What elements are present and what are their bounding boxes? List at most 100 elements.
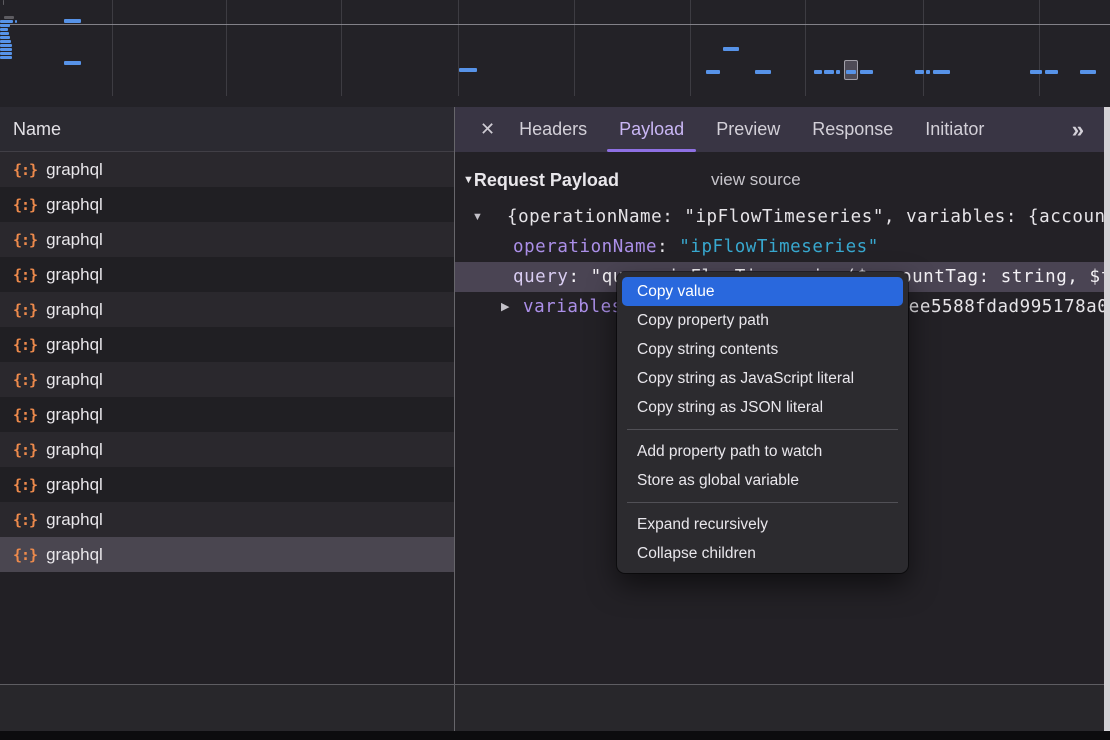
- tree-row[interactable]: operationName: "ipFlowTimeseries": [455, 232, 1104, 262]
- timeline-gridline: [1039, 0, 1040, 96]
- json-braces-icon: {:}: [13, 231, 37, 249]
- more-tabs-chevron-icon[interactable]: »: [1052, 107, 1104, 152]
- request-row[interactable]: {:}graphql: [0, 257, 455, 292]
- timeline-gridline: [574, 0, 575, 96]
- json-braces-icon: {:}: [13, 441, 37, 459]
- timeline-request-bar: [933, 70, 950, 74]
- timeline-request-bar: [0, 24, 10, 27]
- tab-response[interactable]: Response: [798, 107, 907, 152]
- timeline-request-bar: [824, 70, 834, 74]
- window-right-edge: [1104, 107, 1110, 731]
- request-rows: {:} graphql {:} graphql {:} graphql {:} graphql…: [0, 152, 455, 572]
- tree-row[interactable]: ▼ {operationName: "ipFlowTimeseries", var…: [455, 202, 1104, 232]
- menu-item-collapse-children[interactable]: Collapse children: [622, 539, 903, 568]
- timeline-request-bar: [836, 70, 840, 74]
- tab-preview[interactable]: Preview: [702, 107, 794, 152]
- timeline-gridline: [341, 0, 342, 96]
- json-braces-icon: {:}: [13, 266, 37, 284]
- timeline-request-bar: [459, 68, 477, 72]
- menu-item-store-as-global-variable[interactable]: Store as global variable: [622, 466, 903, 495]
- timeline-request-bar: [814, 70, 822, 74]
- request-name-label: graphql: [46, 300, 103, 320]
- tree-text-segment: query: [513, 267, 568, 287]
- menu-item-copy-property-path[interactable]: Copy property path: [622, 306, 903, 335]
- menu-item-copy-string-contents[interactable]: Copy string contents: [622, 335, 903, 364]
- name-column-header[interactable]: Name: [0, 107, 455, 152]
- json-braces-icon: {:}: [13, 196, 37, 214]
- timeline-lane-divider: [0, 24, 1110, 25]
- timeline-request-bar: [706, 70, 720, 74]
- timeline-request-bar: [926, 70, 930, 74]
- timeline-request-bar: [0, 48, 12, 51]
- tree-text-segment: :: [568, 267, 590, 287]
- json-braces-icon: {:}: [13, 476, 37, 494]
- timeline-request-bar: [0, 28, 8, 31]
- tree-text-segment: variables: [523, 297, 623, 317]
- timeline-request-bar: [0, 40, 11, 43]
- context-menu: Copy valueCopy property pathCopy string …: [617, 272, 908, 573]
- json-braces-icon: {:}: [13, 336, 37, 354]
- request-name-label: graphql: [46, 545, 103, 565]
- request-name-label: graphql: [46, 440, 103, 460]
- menu-item-copy-string-as-javascript-literal[interactable]: Copy string as JavaScript literal: [622, 364, 903, 393]
- close-icon[interactable]: ✕: [472, 107, 503, 152]
- menu-item-copy-string-as-json-literal[interactable]: Copy string as JSON literal: [622, 393, 903, 422]
- timeline-request-bar: [860, 70, 873, 74]
- request-payload-header: ▼ Request Payload view source: [455, 166, 1104, 194]
- timeline-request-bar: [0, 56, 12, 59]
- footer-left-area: [0, 685, 454, 731]
- tree-expanded-arrow-icon[interactable]: ▼: [472, 202, 483, 232]
- request-row[interactable]: {:} graphql: [0, 397, 455, 432]
- request-row[interactable]: {:}graphql: [0, 292, 455, 327]
- timeline-gridline: [923, 0, 924, 96]
- request-row[interactable]: {:} graphql: [0, 432, 455, 467]
- timeline-request-bar: [64, 61, 81, 65]
- tree-text-segment: "ipFlowTimeseries": [679, 237, 879, 257]
- timeline-request-bar: [1030, 70, 1042, 74]
- timeline-request-bar: [0, 32, 9, 35]
- tab-initiator[interactable]: Initiator: [911, 107, 998, 152]
- timeline-request-bar: [0, 36, 10, 39]
- request-name-label: graphql: [46, 510, 103, 530]
- request-row[interactable]: {:} graphql: [0, 327, 455, 362]
- menu-item-add-property-path-to-watch[interactable]: Add property path to watch: [622, 437, 903, 466]
- timeline-gridline: [226, 0, 227, 96]
- request-row[interactable]: {:}graphql: [0, 152, 455, 187]
- tree-row-content: operationName: "ipFlowTimeseries": [513, 237, 879, 257]
- tree-text-segment: :: [657, 237, 679, 257]
- json-braces-icon: {:}: [13, 511, 37, 529]
- request-name-label: graphql: [46, 405, 103, 425]
- request-row[interactable]: {:} graphql: [0, 502, 455, 537]
- request-row[interactable]: {:}graphql: [0, 467, 455, 502]
- menu-item-expand-recursively[interactable]: Expand recursively: [622, 510, 903, 539]
- panel-split-divider[interactable]: [454, 107, 455, 731]
- request-row[interactable]: {:} graphql: [0, 187, 455, 222]
- timeline-request-bar: [3, 0, 4, 5]
- timeline-request-bar: [0, 44, 12, 47]
- timeline-gridline: [690, 0, 691, 96]
- tab-payload[interactable]: Payload: [605, 107, 698, 152]
- request-name-label: graphql: [46, 195, 103, 215]
- request-name-label: graphql: [46, 370, 103, 390]
- tree-collapsed-arrow-icon[interactable]: ▶: [501, 292, 509, 322]
- json-braces-icon: {:}: [13, 161, 37, 179]
- json-braces-icon: {:}: [13, 546, 37, 564]
- view-source-link[interactable]: view source: [711, 170, 801, 190]
- timeline-request-bar: [846, 70, 856, 74]
- timeline-request-bar: [1080, 70, 1096, 74]
- tab-headers[interactable]: Headers: [505, 107, 601, 152]
- timeline-request-bar: [15, 20, 17, 23]
- timeline-request-bar: [755, 70, 771, 74]
- tree-row-content: {operationName: "ipFlowTimeseries", vari…: [507, 207, 1104, 227]
- request-row[interactable]: {:} graphql: [0, 537, 455, 572]
- section-collapse-arrow-icon[interactable]: ▼: [463, 174, 474, 186]
- request-row[interactable]: {:}graphql: [0, 362, 455, 397]
- timeline-request-bar: [4, 16, 14, 19]
- requests-list-panel: Name {:}graphql{:}graphql{:}graphql{:}gr…: [0, 107, 455, 731]
- network-overview-timeline[interactable]: [0, 0, 1110, 107]
- menu-divider: [627, 502, 898, 503]
- request-row[interactable]: {:}graphql: [0, 222, 455, 257]
- request-name-label: graphql: [46, 335, 103, 355]
- json-braces-icon: {:}: [13, 406, 37, 424]
- menu-item-copy-value[interactable]: Copy value: [622, 277, 903, 306]
